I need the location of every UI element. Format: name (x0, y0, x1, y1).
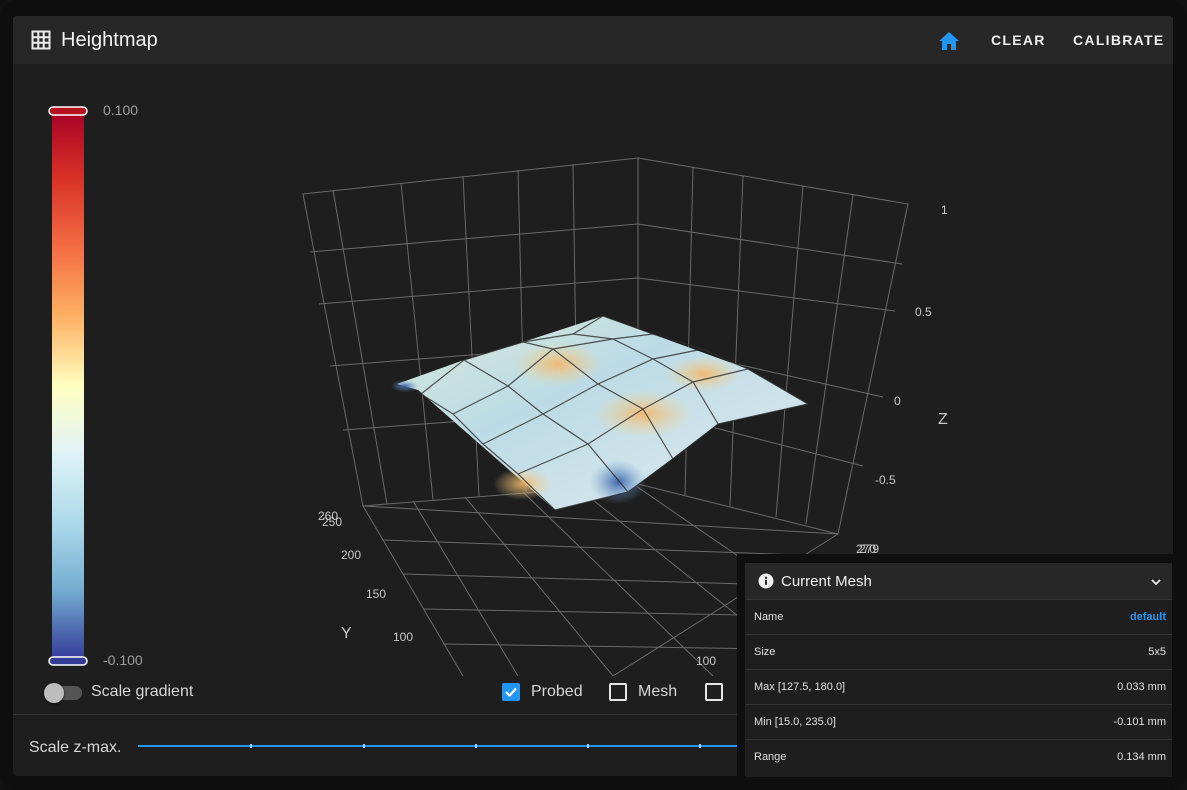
scale-zmax-label: Scale z-max. (29, 739, 122, 756)
mesh-surface (391, 315, 809, 511)
page-title: Heightmap (61, 29, 158, 51)
probed-label: Probed (531, 683, 583, 700)
current-mesh-title: Current Mesh (781, 573, 872, 590)
info-icon (758, 573, 774, 589)
mesh-row-key: Name (754, 611, 784, 623)
current-mesh-header[interactable]: Current Mesh (745, 563, 1172, 599)
mesh-row-key: Size (754, 646, 776, 658)
colorbar-min-label: -0.100 (103, 652, 143, 668)
clear-button[interactable]: CLEAR (991, 32, 1046, 48)
y-axis-label: Y (341, 625, 352, 642)
scale-gradient-label: Scale gradient (91, 683, 194, 700)
mesh-row-key: Min [15.0, 235.0] (754, 716, 836, 728)
colorbar-max-handle[interactable] (48, 106, 88, 116)
calibrate-button[interactable]: CALIBRATE (1073, 32, 1165, 48)
check-icon (505, 687, 517, 698)
window-frame: Heightmap CLEAR CALIBRATE 0.100 -0.100 1… (0, 0, 1187, 790)
mesh-row-max: Max [127.5, 180.0] 0.033 mm (745, 669, 1172, 704)
mesh-row-min: Min [15.0, 235.0] -0.101 mm (745, 704, 1172, 739)
y-tick: 100 (393, 630, 413, 644)
mesh-row-value: 0.033 mm (1117, 681, 1166, 693)
slider-tick (250, 744, 252, 748)
scale-gradient-toggle-thumb[interactable] (44, 683, 64, 703)
x-tick: 100 (696, 654, 716, 668)
z-tick: -0.5 (875, 473, 896, 487)
colorbar-min-handle[interactable] (48, 656, 88, 666)
home-icon[interactable] (935, 28, 963, 54)
colorbar (52, 110, 84, 662)
mesh-label: Mesh (638, 683, 678, 700)
y-tick: 200 (341, 548, 361, 562)
mesh-row-key: Max [127.5, 180.0] (754, 681, 846, 693)
probed-checkbox[interactable] (502, 683, 520, 701)
mesh-row-value: -0.101 mm (1113, 716, 1166, 728)
chevron-down-icon[interactable] (1149, 575, 1163, 589)
slider-tick (699, 744, 701, 748)
mesh-row-key: Range (754, 751, 787, 763)
slider-tick (587, 744, 589, 748)
mesh-checkbox[interactable] (609, 683, 627, 701)
card-toolbar: Heightmap CLEAR CALIBRATE (13, 16, 1173, 64)
mesh-row-value: 5x5 (1148, 646, 1166, 658)
mesh-row-range: Range 0.134 mm (745, 739, 1172, 774)
z-axis-label: Z (938, 411, 948, 428)
z-tick: 0.5 (915, 305, 932, 319)
scale-zmax-slider[interactable] (138, 745, 778, 747)
mesh-row-value: 0.134 mm (1117, 751, 1166, 763)
current-mesh-panel: Current Mesh Name default Size 5x5 Max [… (737, 554, 1187, 790)
flat-checkbox[interactable] (705, 683, 723, 701)
grid-icon (31, 30, 51, 50)
mesh-name-link[interactable]: default (1130, 611, 1166, 623)
y-tick: 150 (366, 587, 386, 601)
mesh-row-size: Size 5x5 (745, 634, 1172, 669)
z-tick: 0 (894, 394, 901, 408)
slider-tick (363, 744, 365, 748)
z-tick: 1 (941, 203, 948, 217)
y-tick: 250 (322, 515, 342, 529)
mesh-row-name: Name default (745, 599, 1172, 634)
colorbar-max-label: 0.100 (103, 102, 138, 118)
slider-tick (475, 744, 477, 748)
